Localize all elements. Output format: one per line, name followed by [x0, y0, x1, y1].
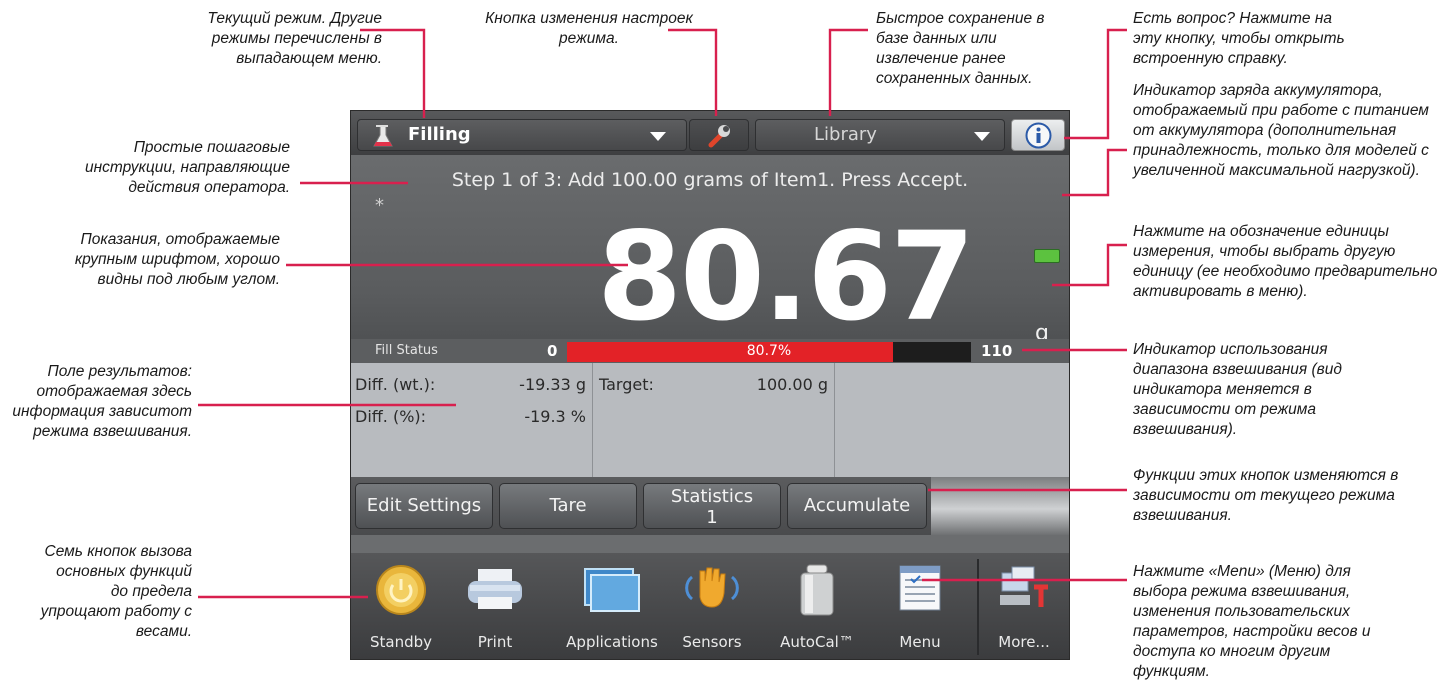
leader-lines [198, 28, 1127, 599]
